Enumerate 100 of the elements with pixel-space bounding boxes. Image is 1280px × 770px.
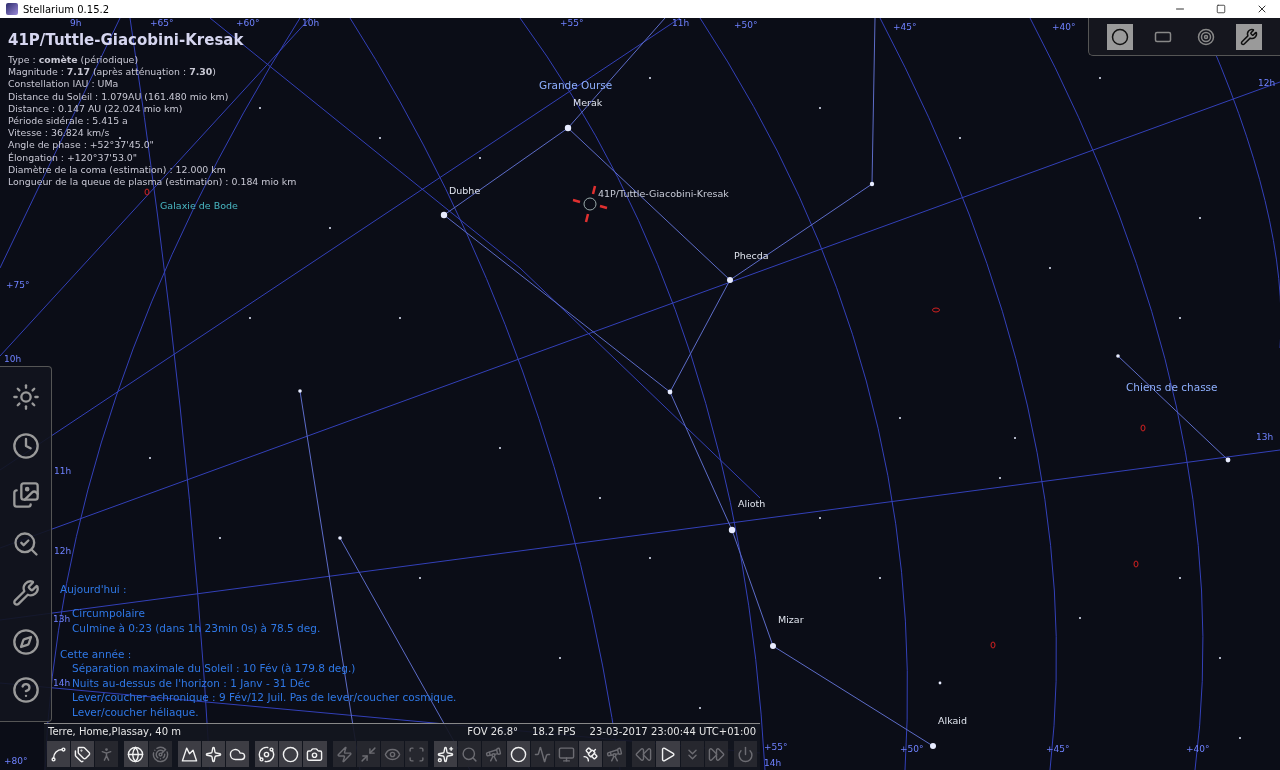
window-title: Stellarium 0.15.2: [23, 3, 111, 15]
grid-label: +55°: [560, 18, 584, 28]
telescope-icon: [485, 745, 503, 763]
monitor-icon: [557, 745, 575, 763]
info-line: Distance du Soleil : 1.079AU (161.480 mio km): [8, 90, 230, 103]
radar-grid-icon: [151, 745, 169, 763]
info-line: Constellation IAU : UMa: [8, 78, 120, 91]
info-line: Distance : 0.147 AU (22.024 mio km): [8, 102, 184, 115]
visibility-heading: Cette année :: [60, 647, 133, 662]
info-line: Type : comète (périodique): [8, 54, 140, 67]
rewind-icon: [635, 745, 653, 763]
constellation-label: Chiens de chasse: [1126, 381, 1218, 393]
lightning-icon: [335, 745, 353, 763]
toolbar-button[interactable]: [177, 741, 201, 767]
maximize-icon: [1216, 4, 1226, 14]
grid-label: 11h: [54, 466, 72, 476]
globe-grid-icon: [127, 745, 145, 763]
grid-label: +40°: [1186, 744, 1210, 754]
grid-label: +80°: [4, 756, 28, 766]
clock-icon: [11, 432, 40, 461]
star-label: Merak: [573, 97, 603, 108]
ground-icon: [180, 745, 198, 763]
grid-label: 12h: [1258, 78, 1276, 88]
fov-text: FOV 26.8°: [467, 726, 518, 737]
star-label: Mizar: [778, 614, 804, 625]
grid-label: 12h: [54, 546, 72, 556]
galaxy-label: Galaxie de Bode: [160, 200, 238, 211]
location-text: Terre, Home,Plassay, 40 m: [48, 726, 181, 737]
visibility-line: Culmine à 0:23 (dans 1h 23min 0s) à 78.5 deg.: [72, 620, 321, 636]
constellation-lines-icon: [50, 745, 68, 763]
info-line: Vitesse : 36.824 km/s: [8, 127, 111, 140]
grid-label: 10h: [302, 18, 320, 28]
toolbar-button[interactable]: [124, 741, 148, 767]
constellation-label: Grande Ourse: [539, 79, 613, 91]
fps-text: 18.2 FPS: [532, 726, 576, 737]
toolbar-button[interactable]: [578, 741, 603, 767]
info-line: Élongation : +120°37'53.0": [8, 151, 139, 164]
grid-label: +60°: [236, 18, 260, 28]
toolbar-button[interactable]: [255, 741, 279, 767]
grid-label: +50°: [900, 744, 924, 754]
star-label: Dubhe: [449, 185, 481, 196]
play-icon: [659, 745, 677, 763]
visibility-line: Lever/coucher héliaque.: [72, 704, 199, 720]
orbit-icon: [258, 745, 276, 763]
grid-label: +50°: [734, 20, 758, 30]
toolbar-button[interactable]: [506, 741, 530, 767]
toolbar-button[interactable]: [71, 741, 95, 767]
toolbar-button[interactable]: [47, 741, 71, 767]
camera-icon: [306, 745, 324, 763]
telescope-icon: [606, 745, 624, 763]
grid-label: 13h: [53, 614, 71, 624]
visibility-heading: Aujourd'hui :: [60, 582, 128, 596]
comet-label: 41P/Tuttle-Giacobini-Kresak: [598, 188, 729, 199]
grid-label: +65°: [150, 18, 174, 28]
info-line: Période sidérale : 5.415 a: [8, 115, 129, 128]
star-label: Alioth: [738, 498, 766, 509]
grid-label: 11h: [672, 18, 690, 28]
info-line: Angle de phase : +52°37'45.0": [8, 139, 155, 152]
wrench-icon: [1239, 27, 1258, 46]
datetime-text: 23-03-2017 23:00:44 UTC+01:00: [589, 726, 756, 737]
grid-label: 13h: [1256, 432, 1274, 442]
info-line: Longueur de la queue de plasma (estimation) : 0.184 mio km: [8, 176, 297, 189]
app-icon: [6, 3, 18, 15]
toolbar-button[interactable]: [279, 741, 303, 767]
visibility-line: Séparation maximale du Soleil : 10 Fév (à 179.8 deg.): [72, 661, 356, 676]
grid-label: +75°: [6, 280, 30, 290]
disc-icon: [1111, 27, 1130, 46]
toolbar-button[interactable]: [303, 741, 327, 767]
view-button[interactable]: [1235, 23, 1262, 50]
close-icon: [1256, 3, 1268, 15]
satellite-icon: [582, 745, 599, 763]
frame-icon: [408, 745, 426, 763]
fast-forward-icon: [707, 745, 725, 763]
help-icon: [11, 676, 40, 705]
view-button[interactable]: [1107, 23, 1134, 50]
visibility-line: Circumpolaire: [72, 606, 145, 621]
toolbar-button[interactable]: [656, 741, 680, 767]
grid-label: 10h: [4, 354, 22, 364]
sun-icon: [11, 383, 40, 412]
grid-label: 14h: [53, 678, 71, 688]
target-icon: [1196, 27, 1215, 46]
meteor-icon: [437, 745, 455, 763]
shrink-arrows-icon: [359, 745, 377, 763]
compass-icon: [11, 627, 40, 656]
disc-icon: [509, 745, 527, 763]
wrench-icon: [11, 578, 40, 607]
power-icon: [736, 745, 754, 763]
toolbar-button[interactable]: [226, 741, 250, 767]
star-label: Alkaid: [938, 715, 967, 726]
grid-label: +45°: [1046, 744, 1070, 754]
chart-icon: [533, 745, 551, 763]
labels-icon: [74, 745, 92, 763]
toolbar-button[interactable]: [434, 741, 458, 767]
search-icon: [461, 745, 479, 763]
star-label: Phecda: [734, 250, 769, 261]
grid-label: +45°: [893, 22, 917, 32]
toolbar-button[interactable]: [201, 741, 225, 767]
star-icon: [204, 745, 222, 763]
grid-label: +55°: [764, 742, 788, 752]
grid-label: 14h: [764, 758, 782, 768]
